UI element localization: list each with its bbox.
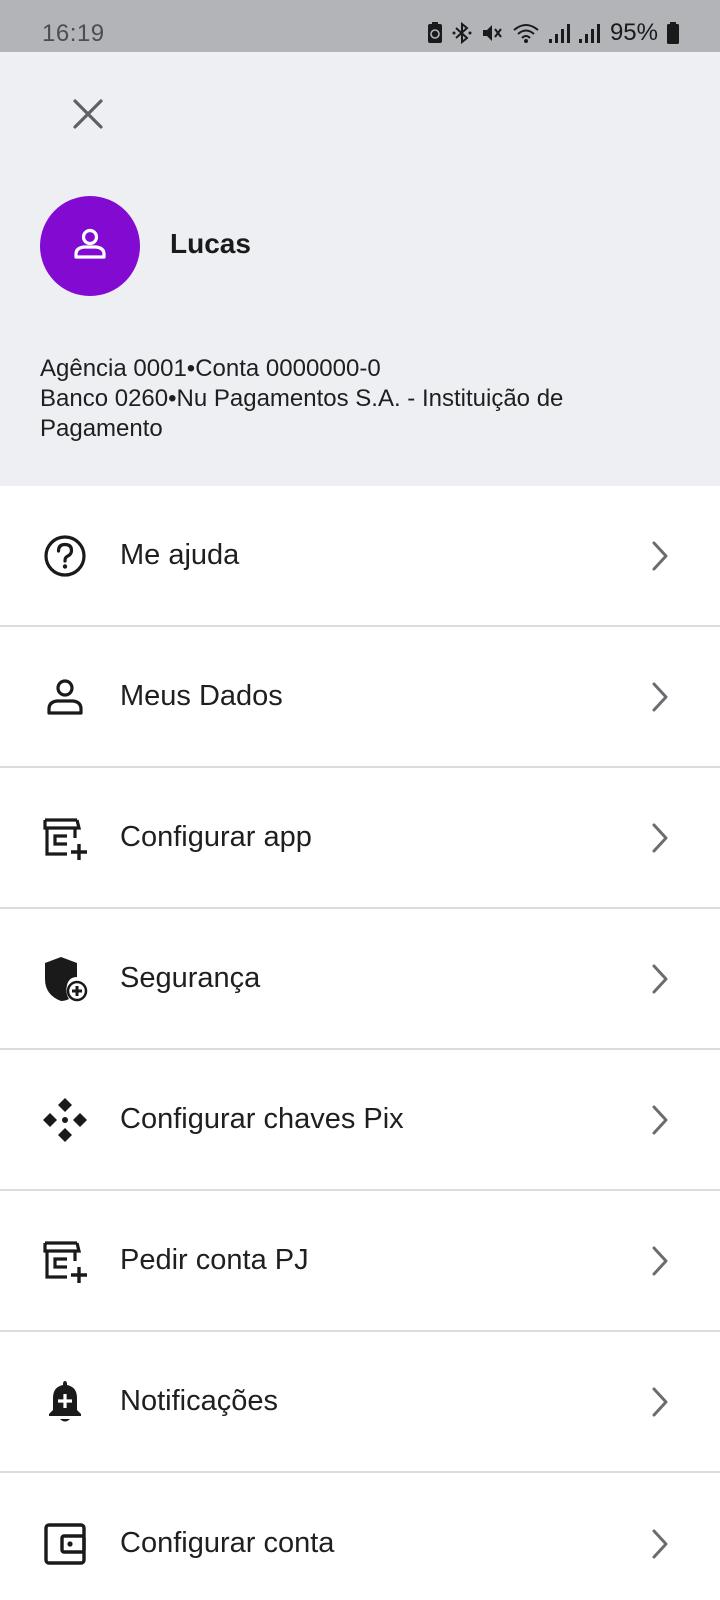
chevron-right-icon (648, 959, 672, 999)
menu-item-notificacoes[interactable]: Notificações (0, 1332, 720, 1473)
close-button[interactable] (58, 86, 118, 146)
menu-item-label: Notificações (120, 1385, 278, 1417)
chevron-right-icon (648, 536, 672, 576)
signal-icon (578, 21, 600, 45)
person-icon (70, 224, 110, 269)
status-time: 16:19 (42, 20, 105, 47)
status-bar: 16:19 95% (0, 0, 720, 52)
menu-item-meus-dados[interactable]: Meus Dados (0, 627, 720, 768)
menu-item-configurar-conta[interactable]: Configurar conta (0, 1473, 720, 1600)
menu-item-label: Configurar conta (120, 1527, 335, 1559)
menu-item-label: Meus Dados (120, 680, 283, 712)
person-icon (40, 672, 90, 722)
battery-icon (666, 21, 680, 45)
menu-item-pedir-conta-pj[interactable]: Pedir conta PJ (0, 1191, 720, 1332)
menu-item-label: Pedir conta PJ (120, 1244, 309, 1276)
shield-add-icon (40, 954, 90, 1004)
signal-icon (548, 21, 570, 45)
bank-line: Banco 0260•Nu Pagamentos S.A. - Institui… (40, 385, 564, 442)
menu-item-label: Me ajuda (120, 539, 240, 571)
wifi-icon (512, 21, 540, 45)
avatar[interactable] (40, 196, 140, 296)
store-add-icon (40, 1236, 90, 1286)
mute-icon (480, 21, 504, 45)
chevron-right-icon (648, 1100, 672, 1140)
account-info: Agência 0001•Conta 0000000-0 Banco 0260•… (40, 354, 680, 444)
chevron-right-icon (648, 818, 672, 858)
store-add-icon (40, 813, 90, 863)
close-icon (71, 97, 105, 136)
profile-header: Lucas Agência 0001•Conta 0000000-0 Banco… (0, 52, 720, 486)
menu-item-configurar-chaves-pix[interactable]: Configurar chaves Pix (0, 1050, 720, 1191)
menu-item-label: Segurança (120, 962, 261, 994)
menu-item-label: Configurar chaves Pix (120, 1103, 404, 1135)
help-circle-icon (40, 531, 90, 581)
chevron-right-icon (648, 677, 672, 717)
user-name: Lucas (170, 228, 251, 259)
chevron-right-icon (648, 1382, 672, 1422)
agency-account-line: Agência 0001•Conta 0000000-0 (40, 355, 381, 382)
pix-icon (40, 1095, 90, 1145)
menu-item-configurar-app[interactable]: Configurar app (0, 768, 720, 909)
status-icons: 95% (426, 18, 680, 48)
chevron-right-icon (648, 1524, 672, 1564)
bell-add-icon (40, 1377, 90, 1427)
settings-menu: Me ajuda Meus Dados Configurar app Segur… (0, 486, 720, 1600)
menu-item-seguranca[interactable]: Segurança (0, 909, 720, 1050)
wallet-icon (40, 1519, 90, 1569)
battery-saver-icon (426, 21, 444, 45)
bluetooth-icon (452, 21, 472, 45)
chevron-right-icon (648, 1241, 672, 1281)
menu-item-label: Configurar app (120, 821, 312, 853)
battery-percent: 95% (609, 19, 658, 46)
menu-item-me-ajuda[interactable]: Me ajuda (0, 486, 720, 627)
